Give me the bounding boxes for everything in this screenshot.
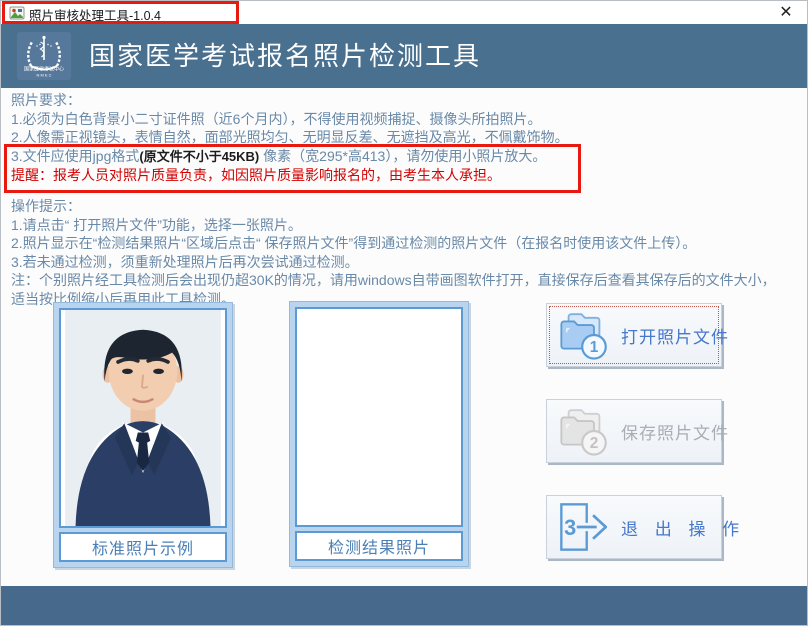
tips-heading: 操作提示： [11,197,776,216]
requirement-line-2: 2.人像需正视镜头，表情自然，面部光照均匀、无明显反差、无遮挡及高光，不佩戴饰物… [11,128,569,147]
open-photo-button[interactable]: 1 打开照片文件 [546,303,722,367]
open-photo-label: 打开照片文件 [621,323,729,348]
nmec-logo: 国家医学考试中心 N M E C [17,32,71,80]
tip-note-1: 注：个别照片经工具检测后会出现仍超30K的情况，请用windows自带画图软件打… [11,271,776,290]
requirement-line-3: 3.文件应使用jpg格式(原文件不小于45KB) 像素（宽295*高413），请… [11,147,569,167]
sample-photo-label: 标准照片示例 [59,532,227,562]
footer-bar [1,586,807,626]
save-photo-label: 保存照片文件 [621,419,729,444]
file-size-note: (原文件不小于45KB) [139,149,259,164]
step-number-3: 3 [564,515,576,540]
save-photo-button[interactable]: 2 保存照片文件 [546,399,722,463]
app-header: 国家医学考试中心 N M E C 国家医学考试报名照片检测工具 [1,24,807,88]
sample-photo-panel: 标准照片示例 [53,302,233,568]
tip-line-1: 1.请点击“ 打开照片文件”功能，选择一张照片。 [11,216,776,235]
responsibility-warning: 提醒：报考人员对照片质量负责，如因照片质量影响报名的，由考生本人承担。 [11,166,569,185]
step-number-1: 1 [590,339,599,356]
logo-text-en: N M E C [36,73,51,78]
window-title: 照片审核处理工具-1.0.4 [29,5,161,24]
exit-button[interactable]: 3 退 出 操 作 [546,495,722,559]
tips-block: 操作提示： 1.请点击“ 打开照片文件”功能，选择一张照片。 2.照片显示在“检… [11,197,776,308]
requirement-line-1: 1.必须为白色背景小二寸证件照（近6个月内），不得使用视频捕捉、摄像头所拍照片。 [11,110,569,129]
sample-photo-area [59,308,227,528]
step-number-2: 2 [590,435,599,452]
save-folder-icon: 2 [555,403,613,459]
exit-arrow-icon: 3 [555,499,613,555]
page-title: 国家医学考试报名照片检测工具 [89,24,481,88]
result-photo-panel: 检测结果照片 [289,301,469,567]
open-folder-icon: 1 [555,307,613,363]
requirements-block: 照片要求： 1.必须为白色背景小二寸证件照（近6个月内），不得使用视频捕捉、摄像… [11,91,569,185]
app-window: 照片审核处理工具-1.0.4 ✕ 国家医学考试中心 N M E C 国家医学考试… [0,0,808,626]
tip-line-2: 2.照片显示在“检测结果照片“区域后点击“ 保存照片文件”得到通过检测的照片文件… [11,234,776,253]
tip-line-3: 3.若未通过检测，须重新处理照片后再次尝试通过检测。 [11,253,776,272]
title-bar[interactable]: 照片审核处理工具-1.0.4 ✕ [1,1,807,24]
close-icon[interactable]: ✕ [776,3,796,23]
result-photo-area [295,307,463,527]
exit-label: 退 出 操 作 [621,515,745,540]
result-photo-label: 检测结果照片 [295,531,463,561]
logo-text-cn: 国家医学考试中心 [24,66,64,73]
requirements-heading: 照片要求： [11,91,569,110]
app-icon [9,5,25,21]
sample-portrait-photo [63,309,223,527]
